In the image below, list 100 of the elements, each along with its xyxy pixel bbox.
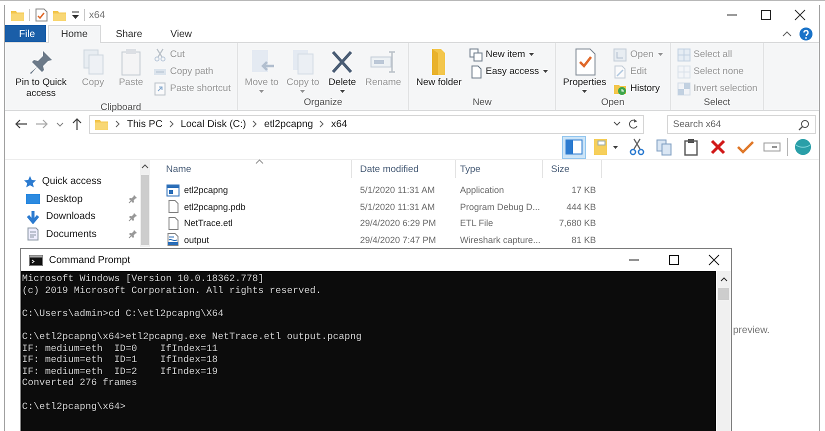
open-icon (613, 48, 628, 62)
group-label: Open (600, 96, 626, 110)
table-cell-text: 29/4/2020 6:29 PM (359, 217, 438, 230)
ribbon-button[interactable]: Properties (560, 45, 610, 96)
collapse-icon[interactable] (781, 28, 793, 38)
nav-item[interactable]: Downloads (5, 208, 140, 226)
file-icon (166, 216, 180, 230)
folder-icon (94, 117, 109, 131)
group-label: New (472, 96, 493, 110)
desktop-icon (25, 192, 41, 206)
copy-icon[interactable] (655, 138, 673, 156)
breadcrumb[interactable]: etl2pcapng (264, 118, 314, 130)
table-cell-text: 5/1/2020 11:31 AM (359, 200, 436, 214)
dropdown-icon[interactable] (71, 10, 80, 20)
ribbon-tab[interactable]: Home (48, 25, 101, 43)
address-bar[interactable]: This PC Local Disk (C:) etl2pcapng x64 (89, 114, 644, 134)
file-name[interactable]: etl2pcapng (184, 185, 228, 196)
nav-item[interactable]: Quick access (5, 173, 140, 190)
ribbon-tab[interactable]: View (157, 25, 205, 42)
group-label: Select (702, 96, 732, 110)
chevron-icon (168, 119, 176, 129)
star-icon (23, 174, 37, 189)
search-icon (798, 118, 810, 130)
file-icon (166, 200, 180, 214)
console-line: IF: medium=eth ID=0 IfIndex=11 (22, 342, 219, 354)
delete-icon[interactable] (709, 138, 727, 156)
breadcrumb[interactable]: x64 (331, 118, 348, 130)
file-tab[interactable]: File (5, 25, 46, 42)
caret-icon (528, 52, 536, 57)
console-line: C:\etl2pcapng\x64> (22, 400, 127, 412)
ribbon-button[interactable]: Delete (324, 45, 360, 96)
edit-icon (613, 64, 628, 78)
clipboard-icon[interactable] (682, 138, 700, 156)
caret-icon (338, 89, 346, 94)
capture-file-icon (166, 233, 180, 246)
table-cell-text: 5/1/2020 11:31 AM (359, 184, 436, 198)
preview-pane-icon[interactable] (565, 138, 583, 156)
group-label: Organize (302, 96, 344, 110)
column-header[interactable]: Date modified (352, 160, 456, 178)
scissors-icon (153, 48, 167, 62)
caret-icon (581, 89, 588, 94)
chevron-icon (114, 119, 122, 129)
scrollbar-thumb[interactable] (141, 175, 149, 245)
nav-item[interactable]: Desktop (5, 190, 140, 208)
window-title: Command Prompt (49, 254, 130, 266)
caret-icon (258, 89, 266, 94)
console-line: Converted 276 frames (22, 377, 138, 389)
column-header[interactable]: Type (456, 160, 543, 178)
chevron-icon (251, 119, 260, 129)
preview-message: preview. (733, 325, 770, 336)
search-field[interactable]: Search x64 (667, 114, 816, 134)
table-cell-text: Program Debug D... (459, 200, 542, 214)
caret-icon (542, 69, 549, 74)
table-cell-text: Wireshark capture... (459, 234, 542, 247)
globe-icon[interactable] (794, 138, 812, 156)
table-cell-text: 29/4/2020 7:47 PM (359, 234, 438, 247)
scrollbar[interactable] (716, 271, 731, 431)
window-title: x64 (89, 10, 106, 20)
breadcrumb[interactable]: Local Disk (C:) (180, 118, 246, 130)
help-icon[interactable] (799, 26, 813, 40)
column-header[interactable]: Name (158, 160, 352, 178)
properties-icon[interactable] (34, 8, 48, 22)
sort-icon (254, 159, 264, 164)
scroll-up-icon (141, 163, 149, 169)
breadcrumb[interactable]: This PC (127, 118, 163, 130)
file-name[interactable]: etl2pcapng.pdb (184, 202, 246, 212)
refresh-icon[interactable] (627, 118, 639, 130)
ribbon-button[interactable]: History (611, 81, 666, 96)
group-label: Clipboard (100, 101, 142, 114)
table-cell-text: 17 KB (570, 184, 597, 198)
select-all-icon (676, 48, 691, 62)
scissors-icon[interactable] (628, 138, 646, 156)
console-line: C:\etl2pcapng\x64>etl2pcapng.exe NetTrace.etl output.pcapng (22, 330, 363, 343)
up-icon[interactable] (70, 117, 84, 131)
back-icon[interactable] (13, 117, 29, 131)
ribbon-tab[interactable]: Share (102, 25, 156, 42)
console-icon (29, 254, 43, 266)
console-line: C:\Users\admin>cd C:\etl2pcapng\X64 (22, 308, 225, 320)
document-icon (25, 227, 41, 242)
invert-selection-icon (676, 82, 691, 96)
column-header[interactable]: Size (543, 160, 602, 178)
ribbon-button[interactable]: Pin to Quick access (9, 45, 73, 101)
caret-icon (612, 144, 619, 150)
shortcut-icon (153, 82, 167, 96)
file-name[interactable]: NetTrace.etl (184, 218, 233, 228)
ribbon-button[interactable]: New item (466, 47, 551, 62)
ribbon-button[interactable]: New folder (413, 45, 465, 96)
ribbon-button[interactable]: Easy access (466, 64, 551, 79)
table-cell-text: 7,680 KB (558, 217, 597, 230)
file-name[interactable]: output (184, 234, 210, 245)
chevron-icon (318, 119, 326, 129)
table-cell-text: 81 KB (570, 234, 597, 247)
nav-item[interactable]: Documents (5, 226, 140, 243)
console-line: Microsoft Windows [Version 10.0.18362.778] (22, 273, 265, 285)
caret-icon (656, 52, 664, 57)
console-line: IF: medium=eth ID=2 IfIndex=19 (22, 366, 219, 378)
document-icon (468, 64, 483, 78)
scrollbar[interactable] (140, 160, 150, 247)
check-icon[interactable] (736, 138, 754, 156)
scrollbar-thumb[interactable] (718, 288, 729, 300)
